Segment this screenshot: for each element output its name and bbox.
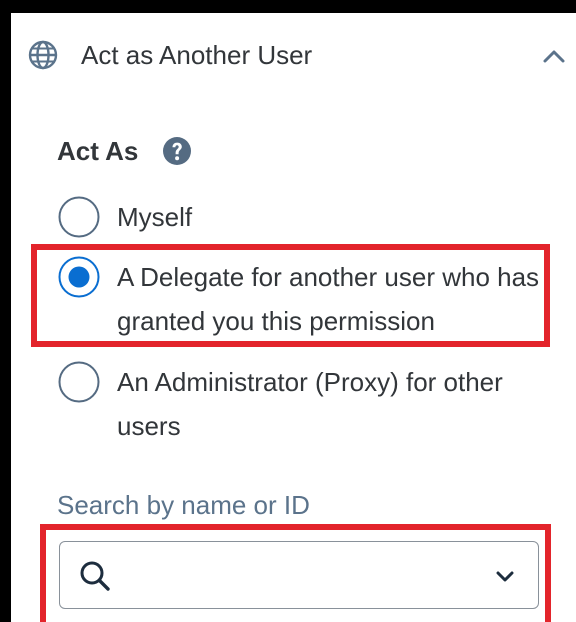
chevron-down-icon[interactable] bbox=[492, 564, 518, 588]
radio-label-myself[interactable]: Myself bbox=[117, 195, 557, 239]
panel-title: Act as Another User bbox=[81, 40, 313, 70]
radio-delegate[interactable] bbox=[57, 255, 101, 299]
search-input[interactable] bbox=[124, 556, 468, 596]
radio-label-delegate[interactable]: A Delegate for another user who has gran… bbox=[117, 255, 557, 343]
act-as-panel: Act as Another User Act As Myself A Dele… bbox=[11, 13, 576, 622]
search-icon bbox=[80, 561, 110, 591]
search-label: Search by name or ID bbox=[57, 490, 310, 520]
chevron-up-icon[interactable] bbox=[539, 43, 569, 69]
radio-label-administrator-proxy[interactable]: An Administrator (Proxy) for other users bbox=[117, 360, 557, 448]
act-as-label: Act As bbox=[57, 136, 139, 166]
question-circle-icon[interactable] bbox=[162, 136, 192, 166]
panel-header[interactable]: Act as Another User bbox=[11, 13, 576, 97]
user-search-combobox[interactable] bbox=[59, 541, 539, 609]
globe-icon bbox=[28, 40, 58, 70]
radio-administrator-proxy[interactable] bbox=[57, 360, 101, 404]
radio-myself[interactable] bbox=[57, 195, 101, 239]
